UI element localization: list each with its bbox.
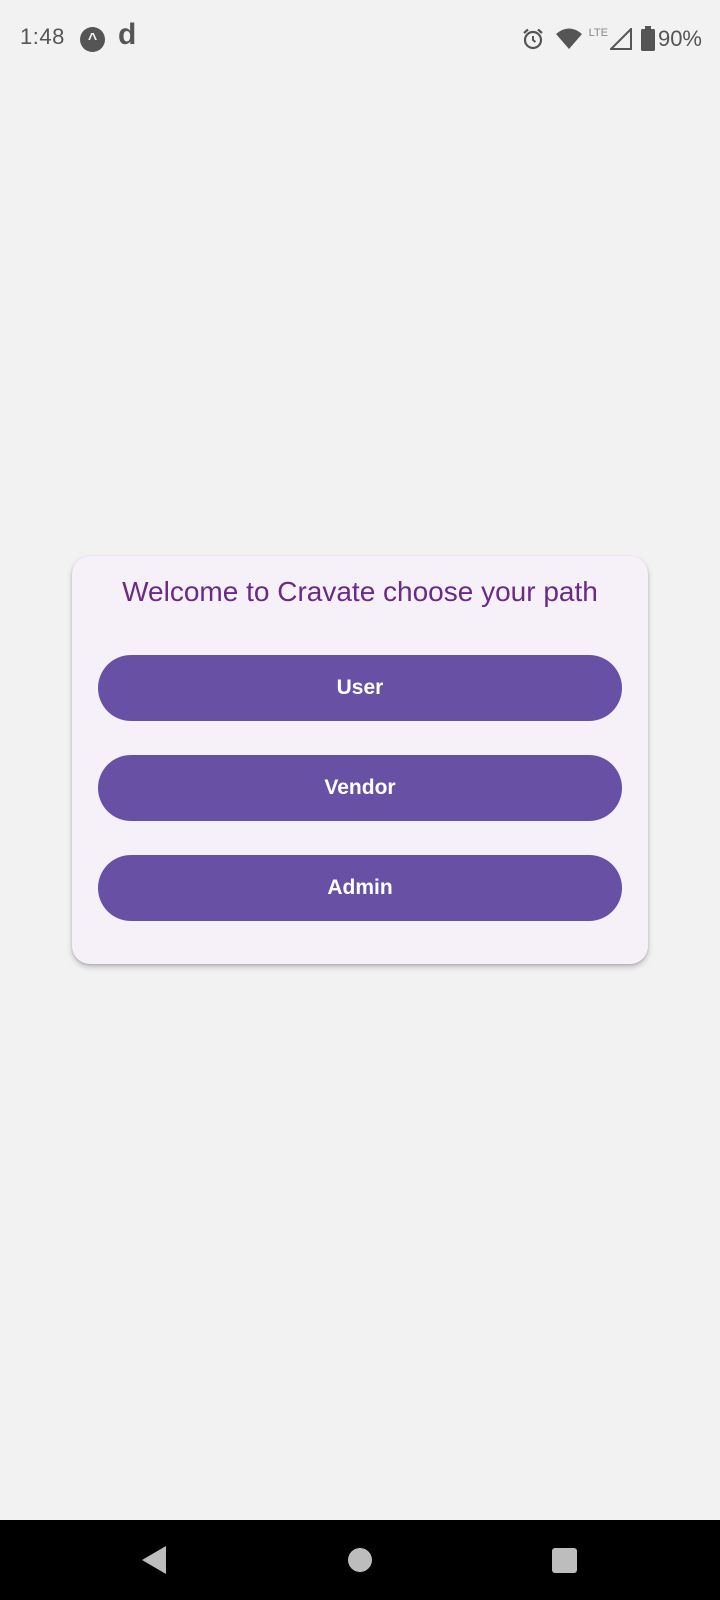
navigation-bar	[0, 1520, 720, 1600]
network-type-label: LTE	[588, 27, 608, 39]
user-button[interactable]: User	[98, 655, 622, 721]
back-icon[interactable]	[142, 1546, 166, 1574]
status-bar: 1:48 ^ d LTE 90%	[0, 0, 720, 80]
recents-icon[interactable]	[552, 1548, 577, 1573]
app-d-icon: d	[118, 18, 137, 51]
wifi-icon	[555, 28, 582, 49]
app-screen: 1:48 ^ d LTE 90% Welcome to Cravate choo…	[0, 0, 720, 1600]
welcome-title: Welcome to Cravate choose your path	[122, 576, 598, 607]
battery-icon	[640, 26, 655, 51]
admin-button[interactable]: Admin	[98, 855, 622, 921]
battery-percent: 90%	[657, 26, 702, 51]
signal-icon	[609, 28, 632, 50]
home-icon[interactable]	[348, 1548, 372, 1572]
app-a-icon: ^	[80, 27, 105, 52]
alarm-icon	[522, 28, 543, 50]
status-icons: LTE 90%	[521, 24, 702, 54]
status-time: 1:48	[20, 24, 65, 49]
path-selection-card: Welcome to Cravate choose your path User…	[72, 556, 648, 964]
vendor-button[interactable]: Vendor	[98, 755, 622, 821]
